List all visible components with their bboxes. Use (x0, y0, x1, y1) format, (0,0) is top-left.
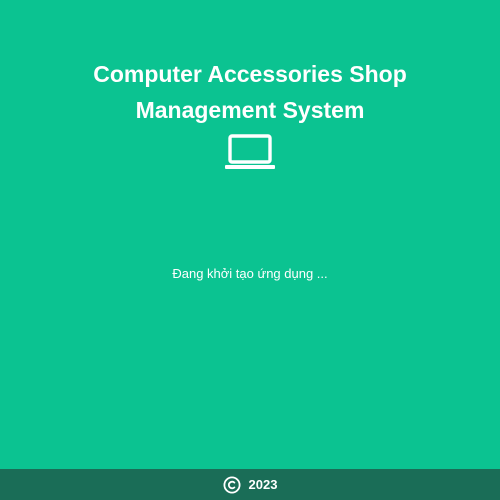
splash-screen: Computer Accessories Shop Management Sys… (0, 0, 500, 500)
laptop-icon (225, 134, 275, 169)
copyright-icon (223, 476, 241, 493)
footer-bar: 2023 (0, 469, 500, 500)
copyright-year: 2023 (248, 477, 278, 492)
loading-status-text: Đang khởi tạo ứng dụng ... (172, 266, 328, 281)
app-title: Computer Accessories Shop Management Sys… (0, 56, 500, 128)
app-title-line-1: Computer Accessories Shop (93, 61, 407, 87)
app-title-line-2: Management System (135, 97, 365, 123)
